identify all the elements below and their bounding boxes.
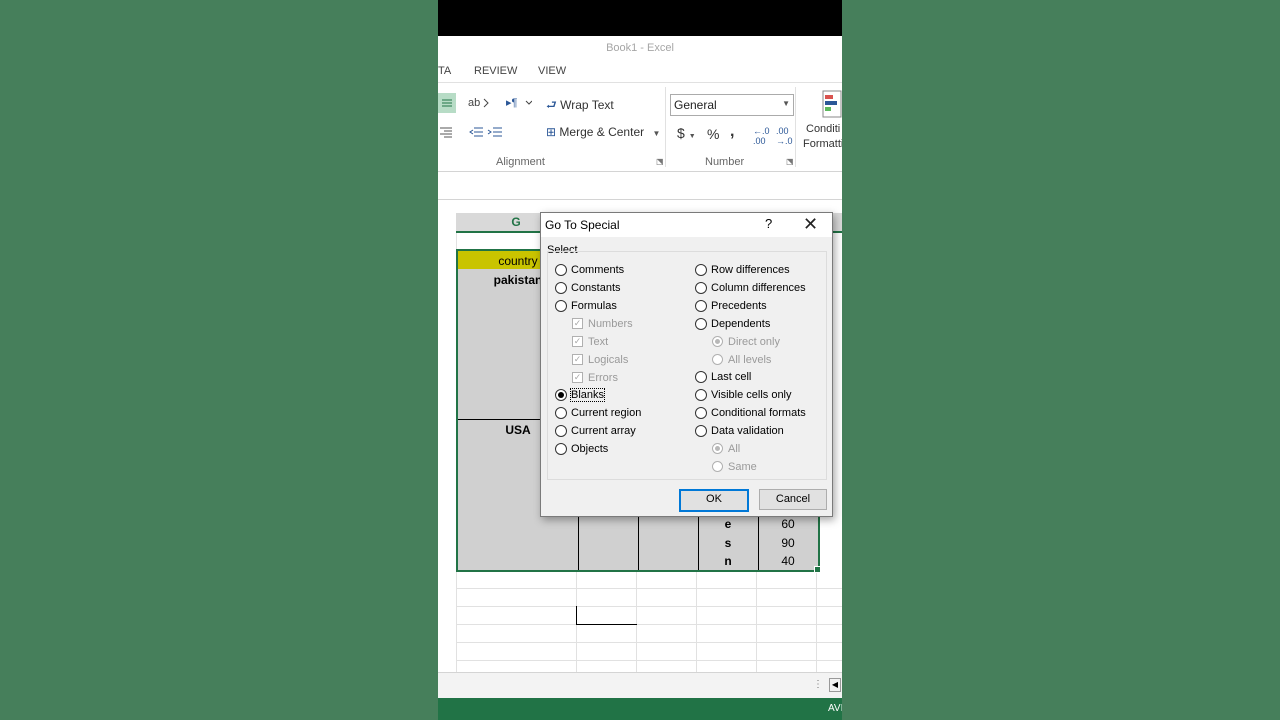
percent-button[interactable]: % (707, 126, 719, 142)
align-right-icon[interactable] (438, 125, 454, 142)
conditional-formatting-icon[interactable] (821, 89, 842, 119)
status-bar: AVI (438, 698, 842, 720)
radio-icon (695, 371, 707, 383)
ribbon-tabs: TA REVIEW VIEW (438, 60, 842, 82)
increase-decimal-icon[interactable]: ←.0.00 (753, 126, 770, 146)
status-text: AVI (828, 703, 842, 714)
sheet-tab-bar: ⋮ ◀ (438, 672, 842, 699)
increase-indent-icon[interactable] (487, 125, 503, 142)
radio-icon (555, 282, 567, 294)
window-title: Book1 - Excel (606, 42, 674, 54)
radio-icon (555, 443, 567, 455)
currency-button[interactable]: $ ▼ (677, 125, 696, 141)
gridline (456, 660, 842, 661)
number-launcher-icon[interactable]: ⬔ (786, 157, 794, 166)
conditional-formatting-label-2: Formatti (803, 138, 842, 150)
align-center-icon[interactable] (438, 93, 456, 113)
alignment-group-label: Alignment (496, 156, 545, 168)
ok-button[interactable]: OK (679, 489, 749, 512)
radio-icon (695, 300, 707, 312)
radio-icon (712, 461, 723, 472)
comma-button[interactable]: , (730, 123, 734, 141)
merge-center-button[interactable]: ⊞ Merge & Center ▼ (546, 125, 660, 139)
wrap-text-icon: ⮐ (546, 98, 557, 112)
separator (795, 87, 796, 167)
gridline (456, 642, 842, 643)
decrease-indent-icon[interactable] (468, 125, 484, 142)
ribbon: ab ▸¶ ⮐ Wrap Text ⊞ Merge & Center ▼ Ali… (438, 82, 842, 172)
orientation-icon[interactable]: ab (468, 95, 490, 112)
checkmark-icon: ✓ (572, 372, 583, 383)
cell[interactable]: 90 (758, 536, 818, 550)
radio-icon (712, 354, 723, 365)
scroll-left-icon[interactable]: ◀ (829, 678, 841, 692)
checkmark-icon: ✓ (572, 318, 583, 329)
radio-icon (695, 425, 707, 437)
radio-icon (555, 264, 567, 276)
cell[interactable]: 60 (758, 517, 818, 531)
conditional-formatting-label[interactable]: Conditi (806, 123, 840, 135)
radio-icon (555, 425, 567, 437)
go-to-special-dialog: Go To Special ? ✕ Select Comments Consta… (540, 212, 833, 517)
left-background (0, 0, 438, 720)
chevron-down-icon: ▼ (688, 133, 696, 140)
radio-icon (555, 300, 567, 312)
radio-icon (695, 264, 707, 276)
formula-bar[interactable] (438, 177, 842, 200)
cell[interactable]: 40 (758, 554, 818, 568)
cancel-button[interactable]: Cancel (759, 489, 827, 510)
col-border (638, 516, 639, 570)
more-icon[interactable]: ⋮ (813, 679, 823, 690)
help-button[interactable]: ? (765, 216, 772, 231)
svg-text:ab: ab (468, 97, 480, 109)
radio-icon (555, 407, 567, 419)
wrap-text-button[interactable]: ⮐ Wrap Text (546, 96, 614, 117)
dialog-titlebar: Go To Special ? ✕ (541, 213, 832, 237)
checkmark-icon: ✓ (572, 354, 583, 365)
svg-text:▸¶: ▸¶ (506, 97, 518, 109)
tab-review[interactable]: REVIEW (474, 65, 517, 77)
radio-icon (695, 282, 707, 294)
dialog-title: Go To Special (545, 218, 620, 232)
number-format-select[interactable]: General ▼ (670, 94, 794, 116)
decrease-decimal-icon[interactable]: .00 →.0 (776, 126, 793, 146)
chevron-down-icon: ▼ (782, 99, 790, 108)
cell-border (576, 606, 637, 625)
col-border (578, 516, 579, 570)
tab-view[interactable]: VIEW (538, 65, 566, 77)
text-direction-icon[interactable]: ▸¶ (506, 95, 533, 112)
radio-icon (695, 407, 707, 419)
right-background (842, 0, 1280, 720)
radio-icon (695, 318, 707, 330)
gridline (456, 606, 842, 607)
cell[interactable]: e (698, 517, 758, 531)
number-group-label: Number (705, 156, 745, 168)
chevron-down-icon: ▼ (652, 129, 661, 138)
cell[interactable]: s (698, 536, 758, 550)
merge-center-icon: ⊞ (546, 125, 557, 139)
top-black-bar (438, 0, 842, 36)
gridline (456, 588, 842, 589)
radio-selected-icon (712, 443, 723, 454)
tab-data[interactable]: TA (438, 65, 451, 77)
radio-icon (695, 389, 707, 401)
checkmark-icon: ✓ (572, 336, 583, 347)
alignment-launcher-icon[interactable]: ⬔ (656, 157, 664, 166)
radio-selected-icon (712, 336, 723, 347)
close-icon[interactable]: ✕ (803, 214, 818, 235)
fill-handle[interactable] (814, 566, 821, 573)
separator (665, 87, 666, 167)
radio-selected-icon (555, 389, 567, 401)
gridline (456, 624, 842, 625)
cell[interactable]: n (698, 554, 758, 568)
